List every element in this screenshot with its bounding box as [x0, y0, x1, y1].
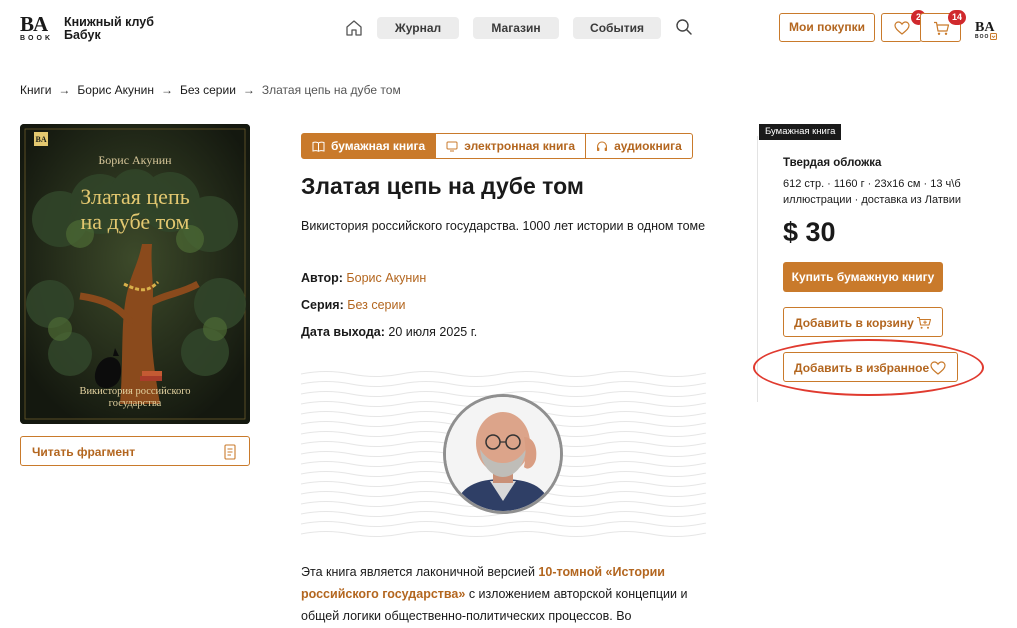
search-icon[interactable]: [675, 18, 693, 36]
release-label: Дата выхода:: [301, 325, 385, 339]
release-row: Дата выхода: 20 июля 2025 г.: [301, 325, 477, 339]
add-to-cart-label: Добавить в корзину: [794, 316, 914, 330]
brand-name[interactable]: Книжный клуб Бабук: [64, 16, 154, 42]
book-icon: [312, 141, 325, 152]
tab-paper-label: бумажная книга: [331, 139, 426, 153]
cover-author: Борис Акунин: [98, 153, 172, 167]
user-avatar[interactable]: BA BOO: [975, 17, 997, 41]
format-tag: Бумажная книга: [759, 124, 842, 140]
release-date: 20 июля 2025 г.: [388, 325, 478, 339]
site-logo[interactable]: BA BOOK: [20, 13, 52, 45]
svg-text:BOO: BOO: [975, 34, 989, 40]
breadcrumb-series[interactable]: Без серии: [180, 83, 236, 97]
format-tabs: бумажная книга электронная книга аудиокн…: [301, 133, 693, 159]
nav-shop[interactable]: Магазин: [473, 17, 559, 39]
description-part1: Эта книга является лаконичной версией: [301, 565, 539, 579]
tab-ebook[interactable]: электронная книга: [436, 133, 587, 159]
book-subtitle: Викистория российского государства. 1000…: [301, 219, 706, 233]
nav-events[interactable]: События: [573, 17, 661, 39]
read-fragment-button[interactable]: Читать фрагмент: [20, 436, 250, 466]
buy-paper-book-button[interactable]: Купить бумажную книгу: [783, 262, 943, 292]
site-header: BA BOOK Книжный клуб Бабук Журнал Магази…: [0, 0, 1017, 56]
breadcrumb: Книги → Борис Акунин → Без серии → Златая цепь…: [20, 83, 401, 97]
annotation-highlight-ellipse: [753, 339, 984, 396]
author-portrait: [446, 397, 560, 511]
add-to-cart-button[interactable]: Добавить в корзину: [783, 307, 943, 337]
read-fragment-label: Читать фрагмент: [32, 445, 136, 459]
price: $ 30: [783, 217, 836, 247]
series-link[interactable]: Без серии: [347, 298, 405, 312]
home-icon[interactable]: [344, 18, 364, 38]
author-label: Автор:: [301, 271, 343, 285]
tab-paper-book[interactable]: бумажная книга: [301, 133, 437, 159]
author-link[interactable]: Борис Акунин: [346, 271, 426, 285]
tab-audiobook-label: аудиокнига: [614, 139, 682, 153]
author-photo[interactable]: [443, 394, 563, 514]
brand-line-2: Бабук: [64, 28, 101, 42]
book-specs: 612 стр. · 1160 г · 23x16 см · 13 ч\б ил…: [783, 178, 962, 206]
breadcrumb-books[interactable]: Книги: [20, 83, 51, 97]
user-logo-icon: BA BOO: [975, 20, 997, 40]
logo-letters: BA: [20, 12, 48, 36]
tab-ebook-label: электронная книга: [464, 139, 576, 153]
cart-icon: [934, 21, 950, 35]
cover-illustration: Борис Акунин Златая цепь на дубе том Вик…: [20, 124, 250, 424]
cart-count-badge: 14: [948, 10, 966, 25]
cover-subtitle-line1: Викистория российского: [79, 386, 190, 397]
my-purchases-button[interactable]: Мои покупки: [779, 13, 875, 42]
book-cover[interactable]: Борис Акунин Златая цепь на дубе том Вик…: [20, 124, 250, 424]
headphones-icon: [597, 140, 608, 151]
logo-sub: BOOK: [20, 35, 53, 42]
cover-title-line1: Златая цепь: [80, 184, 190, 209]
book-description: Эта книга является лаконичной версией 10…: [301, 561, 711, 627]
breadcrumb-arrow: →: [242, 83, 255, 97]
series-row: Серия: Без серии: [301, 298, 405, 312]
svg-text:BA: BA: [36, 135, 47, 144]
breadcrumb-arrow: →: [161, 83, 174, 97]
breadcrumb-current: Златая цепь на дубе том: [261, 83, 401, 97]
cover-subtitle-line2: государства: [109, 398, 162, 409]
cart-plus-icon: [917, 316, 932, 329]
cover-type: Твердая обложка: [783, 157, 882, 169]
heart-icon: [894, 21, 910, 35]
series-label: Серия:: [301, 298, 344, 312]
breadcrumb-arrow: →: [58, 83, 71, 97]
author-row: Автор: Борис Акунин: [301, 271, 426, 285]
document-icon: [224, 444, 236, 460]
tab-audiobook[interactable]: аудиокнига: [586, 133, 693, 159]
svg-text:BA: BA: [975, 20, 995, 35]
monitor-icon: [446, 141, 458, 151]
book-title: Златая цепь на дубе том: [301, 173, 584, 199]
nav-journal[interactable]: Журнал: [377, 17, 459, 39]
cover-title-line2: на дубе том: [81, 209, 190, 234]
breadcrumb-author[interactable]: Борис Акунин: [77, 83, 154, 97]
